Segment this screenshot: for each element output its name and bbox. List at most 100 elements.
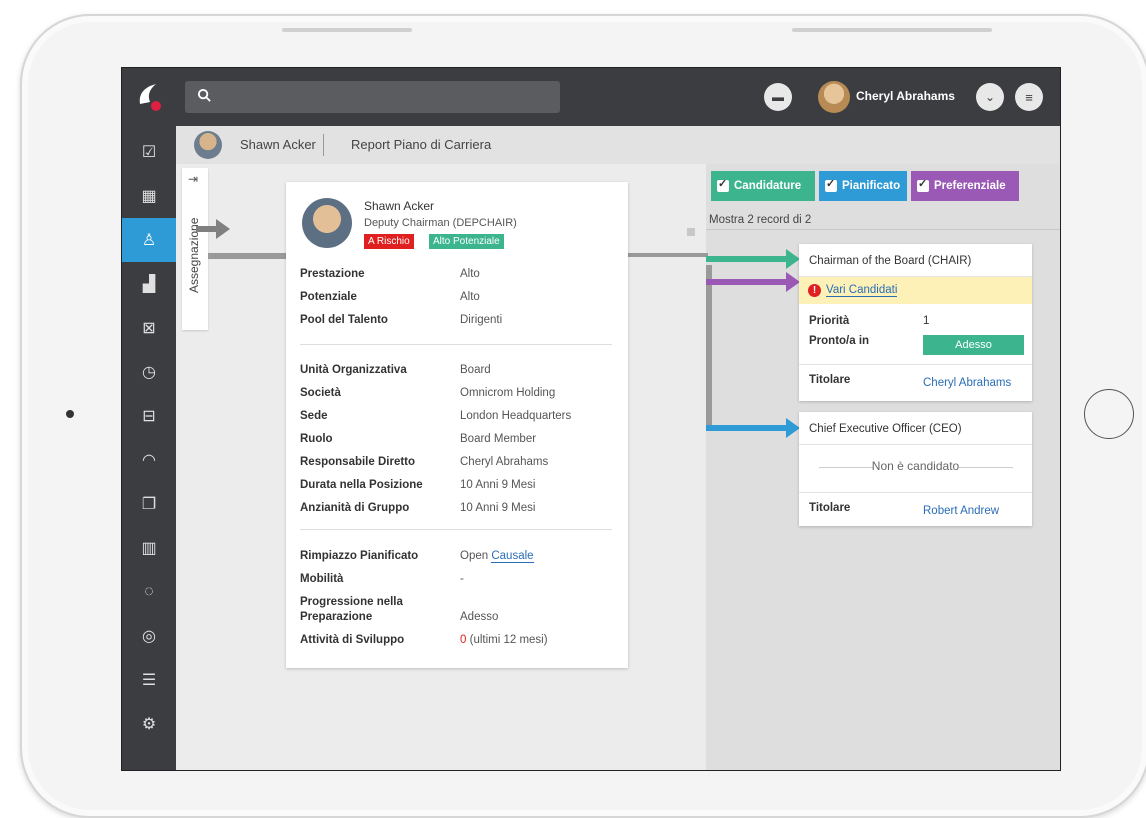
breadcrumb-name[interactable]: Shawn Acker [240, 137, 316, 152]
arrow-blue [706, 418, 800, 438]
field-label: Potenziale [300, 291, 357, 303]
field-label: Responsabile Diretto [300, 456, 416, 468]
field-value: Board [460, 364, 491, 376]
field-label: Prestazione [300, 268, 365, 280]
field-value: Alto [460, 268, 480, 280]
field-label: Anzianità di Gruppo [300, 502, 410, 514]
home-button[interactable] [1084, 389, 1134, 439]
divider [799, 492, 1032, 493]
records-count: Mostra 2 record di 2 [709, 214, 812, 226]
field-label: Rimpiazzo Pianificato [300, 550, 419, 562]
filter-label: Candidature [734, 180, 802, 192]
alert-icon: ! [808, 284, 821, 297]
calendar-icon[interactable]: ▦ [122, 174, 176, 218]
employee-card: Shawn Acker Deputy Chairman (DEPCHAIR) A… [286, 182, 628, 668]
causale-link[interactable]: Causale [491, 550, 534, 563]
app-logo-icon[interactable] [136, 82, 162, 112]
field-value: 10 Anni 9 Mesi [460, 479, 536, 491]
status-text: Non è candidato [871, 459, 960, 473]
user-avatar[interactable] [818, 81, 850, 113]
divider [959, 467, 1013, 468]
gear-icon[interactable]: ⚙ [122, 702, 176, 746]
employee-role: Deputy Chairman (DEPCHAIR) [364, 217, 517, 229]
potential-badge: Alto Potenziale [429, 234, 504, 249]
risk-badge: A Rischio [364, 234, 414, 249]
divider [799, 444, 1032, 445]
position-card[interactable]: Chairman of the Board (CHAIR) ! Vari Can… [799, 244, 1032, 401]
filter-pianificato[interactable]: Pianificato [819, 171, 907, 201]
chevron-down-icon[interactable]: ⌄ [976, 83, 1004, 111]
holder-link[interactable]: Cheryl Abrahams [923, 377, 1011, 389]
field-value: 10 Anni 9 Mesi [460, 502, 536, 514]
field-value: 1 [923, 315, 930, 327]
clock-icon[interactable]: ◷ [122, 350, 176, 394]
divider [300, 344, 612, 345]
org-chart-icon[interactable]: ▟ [122, 262, 176, 306]
field-label: Titolare [809, 502, 851, 514]
tab-assegnazione[interactable]: ⇥ Assegnazione [182, 168, 208, 330]
position-card[interactable]: Chief Executive Officer (CEO) Non è cand… [799, 412, 1032, 526]
checkbox-icon [717, 177, 729, 192]
field-label: Sede [300, 410, 328, 422]
position-title[interactable]: Chief Executive Officer (CEO) [809, 423, 962, 435]
calendar-x-icon[interactable]: ⊠ [122, 306, 176, 350]
list-icon[interactable]: ☰ [122, 658, 176, 702]
chat-bubble-icon[interactable]: ◌ [122, 570, 176, 614]
incoming-arrow [196, 219, 230, 239]
field-label: Preparazione [300, 611, 373, 623]
dev-suffix: (ultimi 12 mesi) [469, 634, 548, 646]
filter-preferenziale[interactable]: Preferenziale [911, 171, 1019, 201]
documents-icon[interactable]: ❐ [122, 482, 176, 526]
globe-icon[interactable]: ◎ [122, 614, 176, 658]
field-label: Titolare [809, 374, 851, 386]
chat-icon[interactable]: ▬ [764, 83, 792, 111]
connector-line [628, 253, 708, 257]
gauge-icon[interactable]: ◠ [122, 438, 176, 482]
ready-button[interactable]: Adesso [923, 335, 1024, 355]
employee-name[interactable]: Shawn Acker [364, 199, 434, 213]
field-value: London Headquarters [460, 410, 572, 422]
menu-icon[interactable]: ≡ [1015, 83, 1043, 111]
field-value: Open Causale [460, 550, 630, 563]
field-value: 0 (ultimi 12 mesi) [460, 634, 630, 646]
avatar [194, 131, 222, 159]
field-label: Società [300, 387, 341, 399]
breadcrumb: Shawn Acker Report Piano di Carriera [176, 126, 1060, 164]
divider [300, 529, 612, 530]
pin-icon[interactable]: ⇥ [188, 172, 198, 186]
field-value: Omnicrom Holding [460, 387, 556, 399]
search-input[interactable] [185, 81, 560, 113]
people-icon[interactable]: ♙ [122, 218, 176, 262]
tablet-power-button [792, 28, 992, 32]
divider [799, 364, 1032, 365]
divider [323, 134, 324, 156]
field-label: Mobilità [300, 573, 344, 585]
avatar [302, 198, 352, 248]
warning-banner: ! Vari Candidati [799, 277, 1032, 304]
field-label: Pool del Talento [300, 314, 388, 326]
connector-handle [687, 228, 695, 236]
arrow-green [706, 249, 800, 269]
holder-link[interactable]: Robert Andrew [923, 505, 999, 517]
candidates-link[interactable]: Vari Candidati [826, 284, 898, 297]
field-value: - [460, 573, 464, 585]
user-name[interactable]: Cheryl Abrahams [856, 89, 955, 103]
divider [706, 229, 1060, 230]
checkbox-icon [917, 177, 929, 192]
camera-icon [66, 410, 74, 418]
bar-chart-icon[interactable]: ▥ [122, 526, 176, 570]
field-label: Attività di Sviluppo [300, 634, 405, 646]
field-value: Alto [460, 291, 480, 303]
checklist-icon[interactable]: ☑ [122, 130, 176, 174]
book-icon[interactable]: ⊟ [122, 394, 176, 438]
field-label: Priorità [809, 315, 850, 327]
manager-link[interactable]: Cheryl Abrahams [460, 456, 630, 468]
dev-count[interactable]: 0 [460, 634, 466, 646]
field-label: Durata nella Posizione [300, 479, 423, 491]
position-title[interactable]: Chairman of the Board (CHAIR) [809, 255, 971, 267]
app-screen: ▬ Cheryl Abrahams ⌄ ≡ ☑ ▦ ♙ ▟ ⊠ ◷ ⊟ ◠ ❐ … [121, 67, 1061, 771]
field-value: Board Member [460, 433, 537, 445]
field-label: Pronto/a in [809, 335, 870, 347]
filter-candidature[interactable]: Candidature [711, 171, 815, 201]
field-label: Progressione nella [300, 596, 403, 608]
